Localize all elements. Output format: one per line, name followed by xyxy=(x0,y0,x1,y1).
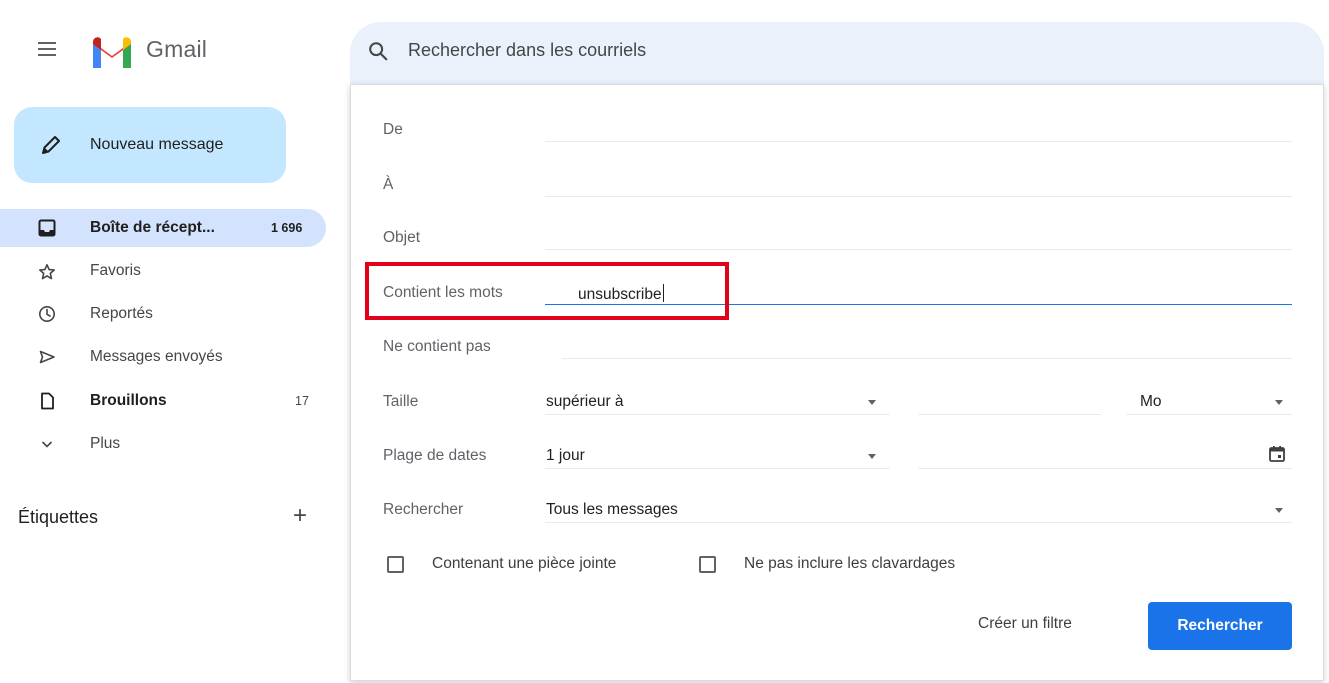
search-icon[interactable] xyxy=(367,40,389,62)
highlight-box xyxy=(365,262,729,320)
search-in-dropdown-icon[interactable] xyxy=(1275,508,1283,513)
sidebar-item-label: Boîte de récept... xyxy=(90,219,215,236)
inbox-icon xyxy=(38,219,56,237)
send-icon xyxy=(39,350,55,364)
size-label: Taille xyxy=(383,393,419,410)
size-operator-dropdown-icon[interactable] xyxy=(868,400,876,405)
gmail-logo[interactable] xyxy=(90,36,134,68)
search-input[interactable]: Rechercher dans les courriels xyxy=(408,40,646,61)
main-menu-icon[interactable] xyxy=(38,42,56,56)
search-in-select[interactable]: Tous les messages xyxy=(546,501,678,519)
attachment-label: Contenant une pièce jointe xyxy=(432,555,617,572)
compose-label: Nouveau message xyxy=(90,136,224,153)
subject-label: Objet xyxy=(383,229,421,246)
to-label: À xyxy=(383,176,394,193)
no-chats-label: Ne pas inclure les clavardages xyxy=(744,555,956,572)
size-unit-dropdown-icon[interactable] xyxy=(1275,400,1283,405)
sidebar-item-starred[interactable]: Favoris xyxy=(90,262,141,280)
app-name: Gmail xyxy=(146,36,208,62)
subject-field[interactable] xyxy=(545,249,1292,250)
calendar-icon[interactable] xyxy=(1268,445,1286,463)
date-range-dropdown-icon[interactable] xyxy=(868,454,876,459)
from-field[interactable] xyxy=(545,141,1292,142)
pencil-icon xyxy=(42,136,60,154)
size-operator-underline xyxy=(545,414,890,415)
sidebar-item-drafts[interactable]: Brouillons xyxy=(90,392,167,410)
to-field[interactable] xyxy=(545,196,1292,197)
search-in-label: Rechercher xyxy=(383,501,464,518)
sidebar-item-more[interactable]: Plus xyxy=(90,435,120,453)
star-icon xyxy=(39,264,55,280)
advanced-search-panel xyxy=(350,84,1324,681)
search-in-underline xyxy=(545,522,1292,523)
no-chats-checkbox[interactable] xyxy=(699,556,716,573)
date-range-label: Plage de dates xyxy=(383,447,487,464)
size-value-field[interactable] xyxy=(918,414,1101,415)
date-field[interactable] xyxy=(918,468,1292,469)
date-range-underline xyxy=(545,468,890,469)
search-button[interactable]: Rechercher xyxy=(1148,602,1292,650)
doesnt-have-label: Ne contient pas xyxy=(383,338,491,355)
create-filter-button[interactable]: Créer un filtre xyxy=(978,615,1072,633)
size-operator-select[interactable]: supérieur à xyxy=(546,393,624,411)
clock-icon xyxy=(39,306,55,322)
from-label: De xyxy=(383,121,403,138)
doesnt-have-field[interactable] xyxy=(562,358,1292,359)
draft-icon xyxy=(41,392,54,410)
chevron-down-icon xyxy=(41,441,53,448)
size-unit-select[interactable]: Mo xyxy=(1140,393,1162,411)
attachment-checkbox[interactable] xyxy=(387,556,404,573)
sidebar-item-snoozed[interactable]: Reportés xyxy=(90,305,153,323)
date-range-select[interactable]: 1 jour xyxy=(546,447,585,465)
add-label-icon[interactable]: + xyxy=(293,502,307,530)
sidebar-item-sent[interactable]: Messages envoyés xyxy=(90,348,223,366)
size-unit-underline xyxy=(1126,414,1292,415)
labels-heading: Étiquettes xyxy=(18,507,99,527)
